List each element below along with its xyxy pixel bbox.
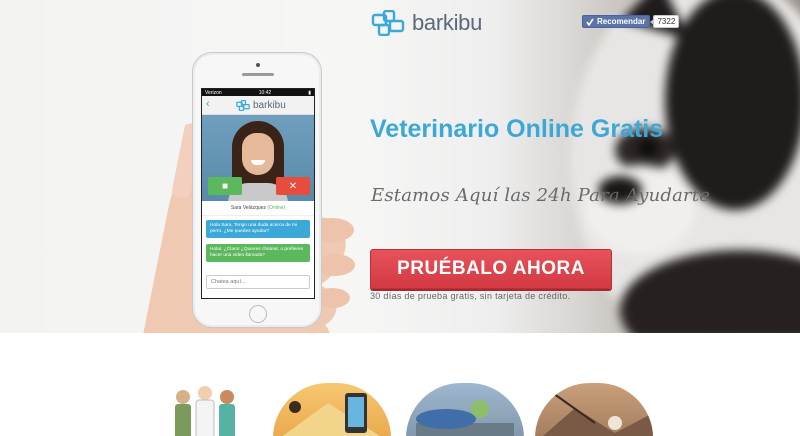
video-call-view: ■ ✕ [202, 115, 314, 201]
close-icon: ✕ [288, 180, 298, 192]
barkibu-logo[interactable]: barkibu [371, 9, 486, 37]
adventure-illustration [535, 383, 653, 436]
features-section [0, 333, 800, 436]
phone-speaker [242, 73, 274, 76]
team-illustration [175, 386, 235, 436]
chat-input[interactable]: Chatea aquí... [206, 275, 310, 289]
brand-name: barkibu [412, 10, 483, 35]
clock-label: 10:42 [258, 89, 272, 96]
status-bar: Verizon 10:42 ▮ [202, 89, 314, 96]
thumbs-up-icon [586, 18, 594, 26]
hero-section: barkibu Recomendar 7322 Verizon 10:42 ▮ [0, 0, 800, 333]
callee-status: (Online) [267, 205, 286, 211]
video-camera-button[interactable]: ■ [208, 177, 242, 195]
app-header: ‹ barkibu [202, 96, 314, 115]
barkibu-logo-icon [371, 10, 405, 36]
phone-home-button [249, 305, 267, 323]
vet-car-illustration [406, 383, 524, 436]
facebook-like-widget: Recomendar 7322 [582, 15, 680, 28]
carrier-label: Verizon [205, 89, 222, 96]
phone-mockup: Verizon 10:42 ▮ ‹ barkibu ■ ✕ Sara Veláz… [192, 52, 322, 328]
phone-screen: Verizon 10:42 ▮ ‹ barkibu ■ ✕ Sara Veláz… [201, 88, 315, 299]
chat-message-vet: Hola!. ¿Claro! ¿Quieres chatear, o prefi… [206, 244, 310, 262]
app-brand: barkibu [253, 100, 286, 111]
facebook-like-count: 7322 [650, 15, 680, 28]
callee-name: Sara Velázquez [230, 205, 266, 211]
facebook-like-label: Recomendar [597, 17, 646, 26]
phone-camera [256, 63, 260, 67]
try-now-button[interactable]: PRUÉBALO AHORA [370, 249, 612, 289]
callee-info: Sara Velázquez (Online) [202, 201, 314, 216]
cta-note: 30 días de prueba gratis, sin tarjeta de… [370, 291, 571, 301]
hero-headline: Veterinario Online Gratis [370, 115, 664, 143]
hero-tagline: Estamos Aquí las 24h Para Ayudarte [371, 185, 711, 206]
video-camera-icon: ■ [221, 180, 229, 192]
vet-face [242, 133, 274, 175]
barkibu-logo-icon [236, 100, 250, 111]
chevron-left-icon[interactable]: ‹ [206, 98, 210, 110]
app-logo: barkibu [236, 100, 286, 111]
chat-message-user: Hola Sara, Tengo una duda acerca de mi p… [206, 220, 310, 238]
end-call-button[interactable]: ✕ [276, 177, 310, 195]
facebook-like-button[interactable]: Recomendar [582, 15, 651, 28]
app-feature-illustration [273, 383, 391, 436]
battery-icon: ▮ [308, 89, 311, 96]
